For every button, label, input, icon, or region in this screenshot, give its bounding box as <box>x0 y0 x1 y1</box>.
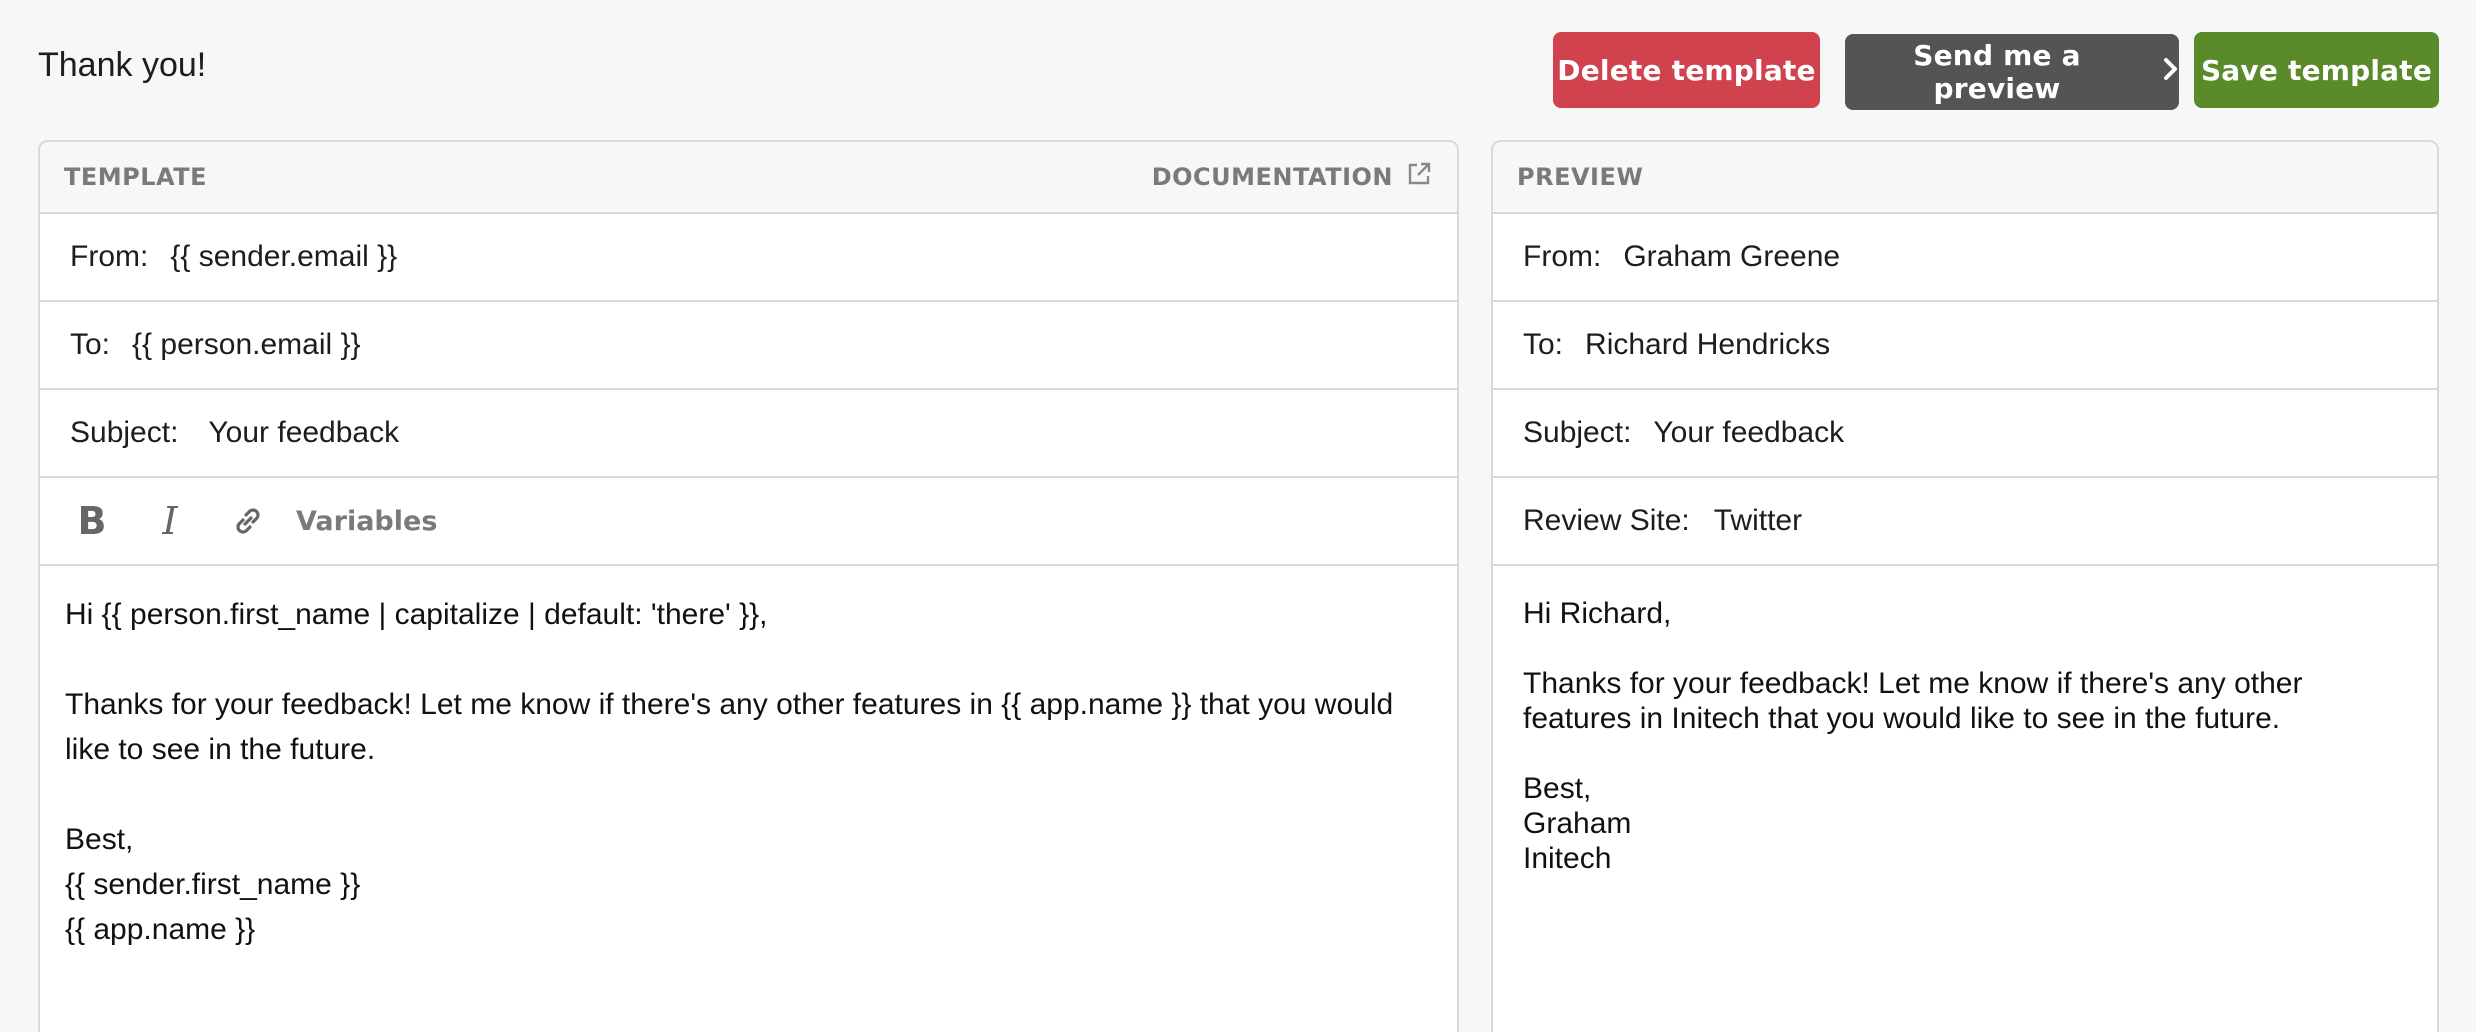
subject-label: Subject: <box>70 416 179 449</box>
preview-subject-value: Your feedback <box>1653 416 1845 449</box>
body-app: {{ app.name }} <box>65 913 256 946</box>
preview-heading: PREVIEW <box>1517 163 1644 191</box>
template-panel: TEMPLATE DOCUMENTATION From: {{ sender.e… <box>38 140 1459 1032</box>
editor-toolbar: B I Variables <box>40 478 1457 566</box>
preview-sender: Graham <box>1523 807 1632 840</box>
bold-icon[interactable]: B <box>70 499 114 543</box>
preview-panel: PREVIEW From: Graham Greene To: Richard … <box>1491 140 2439 1032</box>
preview-review-site-value: Twitter <box>1713 504 1803 537</box>
preview-to-row: To: Richard Hendricks <box>1493 302 2437 390</box>
subject-input[interactable]: Your feedback <box>208 416 399 450</box>
to-input[interactable]: {{ person.email }} <box>132 328 361 362</box>
delete-template-label: Delete template <box>1557 53 1816 87</box>
delete-template-button[interactable]: Delete template <box>1553 32 1820 108</box>
preview-app: Initech <box>1523 842 1612 875</box>
preview-subject-label: Subject: <box>1523 416 1632 449</box>
preview-message-line2: features in Initech that you would like … <box>1523 702 2281 735</box>
page-title: Thank you! <box>38 46 207 84</box>
preview-from-label: From: <box>1523 240 1602 273</box>
link-icon[interactable] <box>226 499 270 543</box>
documentation-link[interactable]: DOCUMENTATION <box>1152 160 1433 194</box>
variables-button[interactable]: Variables <box>296 506 437 537</box>
preview-review-site-row: Review Site: Twitter <box>1493 478 2437 566</box>
subject-field-row[interactable]: Subject: Your feedback <box>40 390 1457 478</box>
italic-icon[interactable]: I <box>148 499 192 543</box>
body-sender: {{ sender.first_name }} <box>65 868 361 901</box>
preview-to-value: Richard Hendricks <box>1585 328 1831 361</box>
from-input[interactable]: {{ sender.email }} <box>170 240 397 274</box>
preview-subject-row: Subject: Your feedback <box>1493 390 2437 478</box>
to-label: To: <box>70 328 111 361</box>
from-label: From: <box>70 240 149 273</box>
preview-to-label: To: <box>1523 328 1564 361</box>
email-template-editor: Thank you! Delete template Send me a pre… <box>0 0 2476 1032</box>
body-greeting: Hi {{ person.first_name | capitalize | d… <box>65 598 768 631</box>
save-template-label: Save template <box>2200 53 2433 87</box>
body-message-line2: like to see in the future. <box>65 733 376 766</box>
chevron-right-icon <box>2163 57 2179 87</box>
body-message-line1: Thanks for your feedback! Let me know if… <box>65 688 1394 721</box>
to-field-row[interactable]: To: {{ person.email }} <box>40 302 1457 390</box>
template-body-editor[interactable]: Hi {{ person.first_name | capitalize | d… <box>40 566 1457 978</box>
preview-from-value: Graham Greene <box>1623 240 1841 273</box>
template-heading: TEMPLATE <box>64 163 208 191</box>
preview-signoff: Best, <box>1523 772 1592 805</box>
preview-body: Hi Richard, Thanks for your feedback! Le… <box>1493 566 2437 906</box>
preview-from-row: From: Graham Greene <box>1493 214 2437 302</box>
preview-panel-header: PREVIEW <box>1493 142 2437 214</box>
preview-review-site-label: Review Site: <box>1523 504 1690 537</box>
template-panel-header: TEMPLATE DOCUMENTATION <box>40 142 1457 214</box>
preview-message-line1: Thanks for your feedback! Let me know if… <box>1523 667 2303 700</box>
documentation-label: DOCUMENTATION <box>1151 163 1393 191</box>
preview-greeting: Hi Richard, <box>1523 597 1672 630</box>
body-signoff: Best, <box>65 823 134 856</box>
external-link-icon <box>1405 160 1433 194</box>
from-field-row[interactable]: From: {{ sender.email }} <box>40 214 1457 302</box>
send-preview-label: Send me a preview <box>1913 39 2081 105</box>
send-preview-button[interactable]: Send me a preview <box>1845 34 2179 110</box>
save-template-button[interactable]: Save template <box>2194 32 2439 108</box>
